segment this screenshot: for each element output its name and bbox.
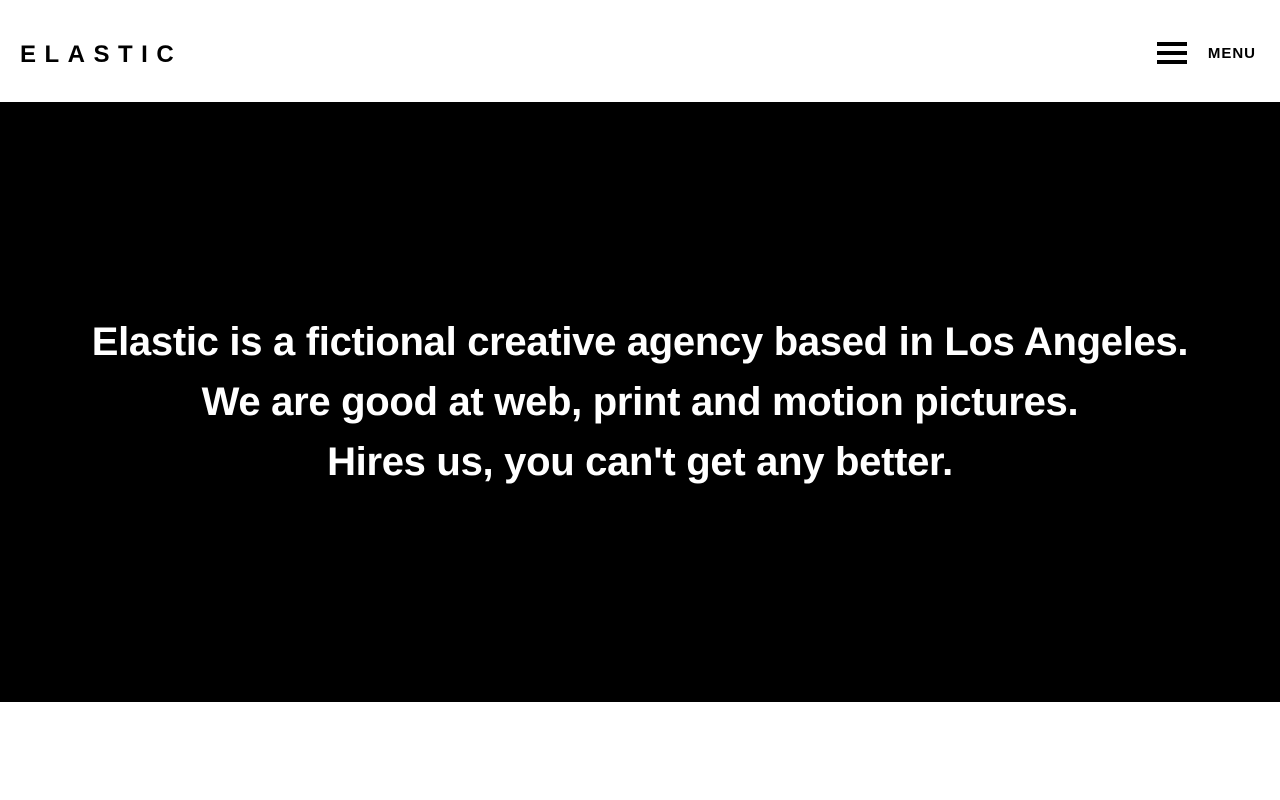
menu-label[interactable]: MENU (1208, 45, 1256, 62)
page-footer-area (0, 702, 1280, 800)
hamburger-icon[interactable] (1156, 42, 1187, 64)
site-header: ELASTIC MENU (0, 0, 1280, 102)
hamburger-bar-middle (1156, 51, 1187, 55)
menu-button[interactable]: MENU (1156, 36, 1256, 70)
hamburger-bar-bottom (1156, 60, 1187, 64)
hamburger-bar-top (1156, 42, 1187, 46)
hero-line-2: We are good at web, print and motion pic… (201, 380, 1079, 424)
hero-line-1: Elastic is a fictional creative agency b… (91, 320, 1189, 364)
site-logo[interactable]: ELASTIC (20, 41, 182, 69)
hero-section: Elastic is a fictional creative agency b… (0, 102, 1280, 702)
hero-line-3: Hires us, you can't get any better. (327, 440, 953, 484)
